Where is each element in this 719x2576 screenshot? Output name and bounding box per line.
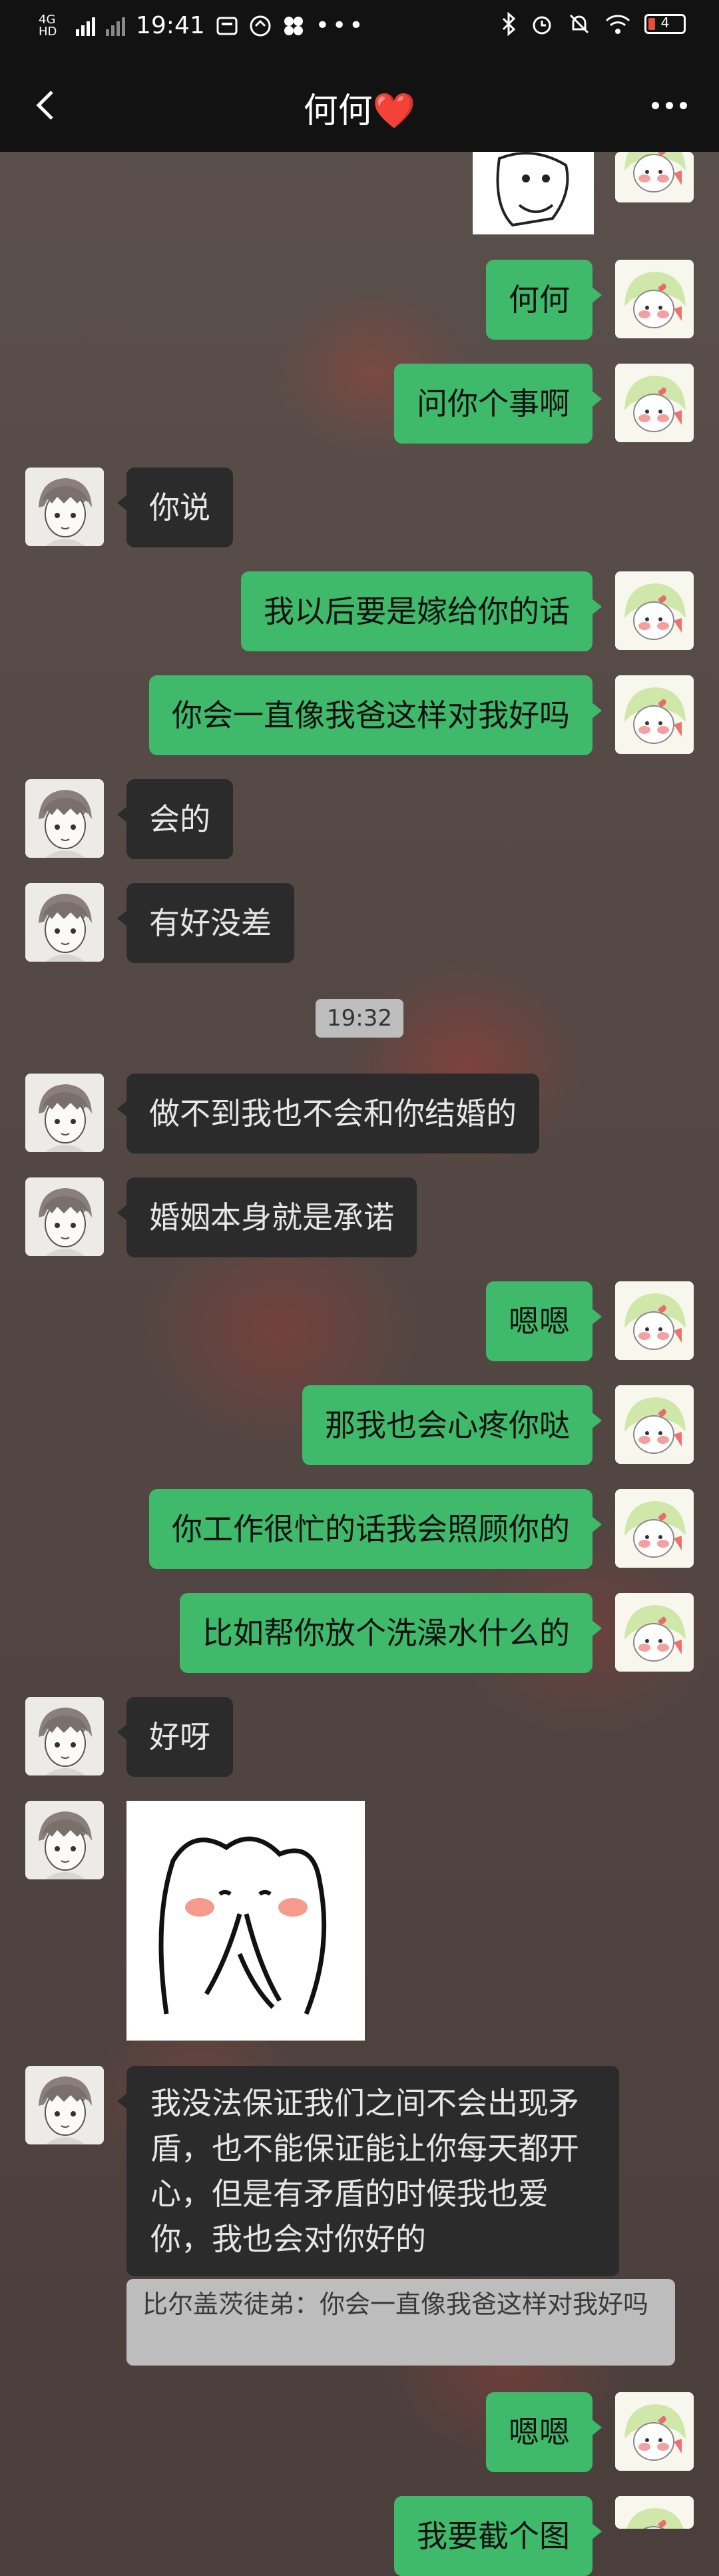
message-bubble[interactable]: 你工作很忙的话我会照顾你的 [149,1489,602,1569]
message-bubble[interactable]: 我没法保证我们之间不会出现矛盾，也不能保证能让你每天都开心，但是有矛盾的时候我也… [117,2066,619,2276]
my-avatar[interactable] [615,675,694,754]
my-avatar[interactable] [615,152,694,202]
message-text: 有好没差 [149,905,272,941]
my-avatar[interactable] [615,260,694,338]
message-text: 会的 [149,801,210,837]
message-text: 我以后要是嫁给你的话 [264,593,570,629]
alarm-icon [533,16,551,35]
message-bubble[interactable]: 何何 [486,260,602,340]
my-avatar[interactable] [615,364,694,442]
message-bubble[interactable]: 我要截个图 [394,2496,602,2576]
message-text: 你说 [149,489,210,525]
contact-avatar[interactable] [25,1074,104,1152]
message-text: 你会一直像我爸这样对我好吗 [172,697,570,733]
message-text: 好呀 [149,1719,210,1755]
message-bubble[interactable]: 嗯嗯 [486,2392,602,2472]
my-avatar[interactable] [615,1281,694,1360]
contact-avatar[interactable] [25,468,104,546]
message-text: 嗯嗯 [509,1303,570,1339]
chat-header: 何何❤️ [0,59,719,152]
sticker-image[interactable] [126,1801,365,2041]
contact-avatar[interactable] [25,1801,104,1879]
message-text: 我要截个图 [417,2518,570,2554]
battery-icon: 4 [644,14,686,34]
clock-time: 19:41 [136,12,205,39]
message-bubble[interactable]: 好呀 [117,1697,233,1777]
message-bubble[interactable]: 婚姻本身就是承诺 [117,1177,417,1257]
sticker-image-top[interactable] [473,152,594,234]
message-bubble[interactable]: 比如帮你放个洗澡水什么的 [180,1593,602,1673]
my-avatar[interactable] [615,2496,694,2529]
message-text: 你工作很忙的话我会照顾你的 [172,1511,570,1547]
bluetooth-icon [502,12,516,36]
contact-avatar[interactable] [25,2066,104,2144]
signal-2-icon [106,16,125,36]
message-bubble[interactable]: 会的 [117,779,233,859]
my-avatar[interactable] [615,1385,694,1464]
timestamp: 19:32 [316,999,403,1038]
wifi-icon [605,15,630,34]
pinwheel-icon [284,16,303,35]
message-text: 做不到我也不会和你结婚的 [149,1096,517,1131]
message-text: 嗯嗯 [509,2414,570,2450]
my-avatar[interactable] [615,2392,694,2471]
chat-title: 何何❤️ [303,91,416,131]
network-label: 4G HD [39,12,57,39]
app-icon [250,15,271,36]
message-bubble[interactable]: 我以后要是嫁给你的话 [241,571,602,651]
message-text: 婚姻本身就是承诺 [149,1199,394,1235]
message-bubble[interactable]: 做不到我也不会和你结婚的 [117,1074,539,1153]
contact-avatar[interactable] [25,1697,104,1775]
message-bubble[interactable]: 那我也会心疼你哒 [302,1385,602,1465]
message-text: 我没法保证我们之间不会出现矛盾，也不能保证能让你每天都开心，但是有矛盾的时候我也… [150,2085,579,2257]
contact-avatar[interactable] [25,1177,104,1256]
message-bubble[interactable]: 嗯嗯 [486,1281,602,1361]
contact-avatar[interactable] [25,779,104,858]
message-text: 何何 [509,282,570,318]
message-text: 问你个事啊 [417,386,570,422]
sim-icon [216,17,238,35]
my-avatar[interactable] [615,1593,694,1672]
message-bubble[interactable]: 你说 [117,468,233,547]
quoted-reply[interactable]: 比尔盖茨徒弟：你会一直像我爸这样对我好吗 [126,2279,675,2366]
mute-icon [569,14,589,34]
status-bar: 4G HD 19:41 ••• 4 [0,0,719,59]
more-icon[interactable] [646,85,692,125]
signal-icon [76,16,95,36]
contact-avatar[interactable] [25,883,104,962]
message-bubble[interactable]: 有好没差 [117,883,294,963]
my-avatar[interactable] [615,1489,694,1568]
message-bubble[interactable]: 你会一直像我爸这样对我好吗 [149,675,602,755]
message-text: 那我也会心疼你哒 [325,1407,570,1443]
battery-level: 4 [660,15,670,31]
message-text: 比如帮你放个洗澡水什么的 [202,1615,570,1651]
more-status-icon: ••• [315,12,366,39]
my-avatar[interactable] [615,571,694,650]
message-bubble[interactable]: 问你个事啊 [394,364,602,444]
